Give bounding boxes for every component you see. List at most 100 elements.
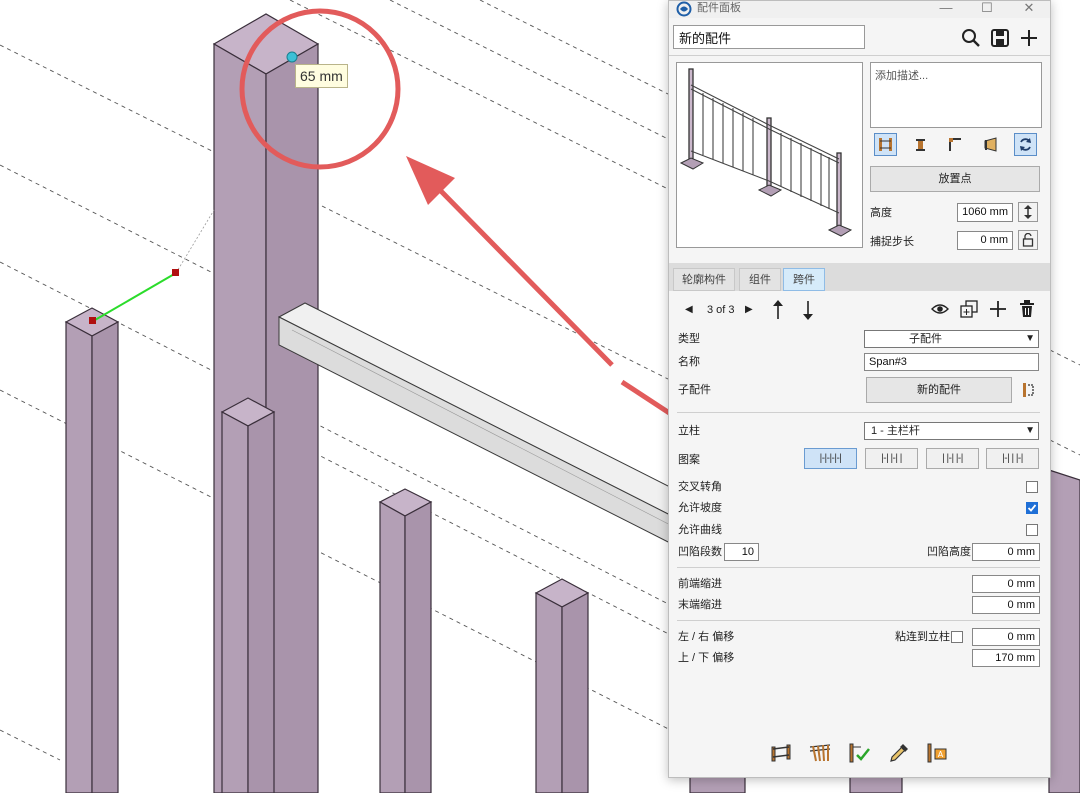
next-arrow[interactable]: ▶	[745, 303, 753, 317]
name-label: 名称	[678, 356, 700, 368]
assembly-preview	[676, 62, 863, 248]
divider	[669, 55, 1050, 56]
baluster-4[interactable]	[689, 775, 903, 793]
add-span-icon[interactable]	[989, 300, 1007, 318]
type-select-value: 子配件	[909, 333, 942, 345]
post-mode-icon	[916, 139, 925, 151]
divider	[677, 412, 1040, 413]
recess-height-field[interactable]: 0 mm	[972, 543, 1040, 561]
save-icon[interactable]	[990, 28, 1010, 48]
end-inset-field[interactable]: 0 mm	[972, 596, 1040, 614]
post-mode-button[interactable]	[909, 133, 932, 156]
distance-guide	[89, 209, 215, 324]
horizontal-rail[interactable]	[277, 302, 681, 549]
chevron-down-icon: ▼	[1025, 333, 1035, 344]
post-label-icon[interactable]: A	[925, 741, 949, 765]
recess-height-label: 凹陷高度	[927, 546, 971, 558]
recess-count-field[interactable]: 10	[724, 543, 759, 561]
pattern-option-3[interactable]: | |-| |-|	[926, 448, 979, 469]
baluster-2[interactable]	[378, 488, 433, 793]
end-mode-button[interactable]	[979, 133, 1002, 156]
prev-arrow[interactable]: ◀	[685, 303, 693, 317]
baluster-1[interactable]	[220, 397, 276, 793]
close-button[interactable]: ✕	[1014, 1, 1044, 17]
svg-text:A: A	[938, 750, 944, 759]
description-field[interactable]: 添加描述...	[870, 62, 1042, 128]
pattern-option-1[interactable]: |-|-|-|-|	[804, 448, 857, 469]
allow-curve-label: 允许曲线	[678, 524, 722, 536]
span-mode-icon	[879, 138, 892, 151]
lr-offset-field[interactable]: 0 mm	[972, 628, 1040, 646]
start-inset-label: 前端缩进	[678, 578, 722, 590]
height-adjust-button[interactable]	[1018, 202, 1038, 222]
baluster-3[interactable]	[534, 578, 590, 793]
span-name-field[interactable]: Span#3	[864, 353, 1039, 371]
assembly-name-input[interactable]	[674, 26, 864, 48]
end-inset-label: 末端缩进	[678, 599, 722, 611]
stick-to-post-label: 粘连到立柱	[895, 631, 950, 643]
divider	[677, 620, 1040, 621]
visibility-eye-icon[interactable]	[931, 302, 949, 316]
minimize-button[interactable]: —	[931, 1, 961, 17]
corner-mode-button[interactable]	[944, 133, 967, 156]
duplicate-icon[interactable]	[960, 300, 978, 318]
maximize-button[interactable]: ☐	[972, 1, 1002, 17]
fence-tool-icon[interactable]	[808, 741, 832, 765]
search-icon[interactable]	[961, 28, 981, 48]
stick-to-post-checkbox[interactable]	[951, 631, 963, 643]
move-down-icon[interactable]	[801, 300, 815, 320]
snap-step-field[interactable]: 0 mm	[957, 231, 1013, 250]
span-mode-button[interactable]	[874, 133, 897, 156]
divider	[677, 567, 1040, 568]
lr-offset-label: 左 / 右 偏移	[678, 631, 735, 643]
snap-step-label: 捕捉步长	[870, 236, 914, 248]
tab-span[interactable]: 跨件	[783, 268, 825, 291]
tab-profile[interactable]: 轮廓构件	[673, 268, 735, 291]
place-point-button[interactable]: 放置点	[870, 166, 1040, 192]
type-label: 类型	[678, 333, 700, 345]
start-inset-field[interactable]: 0 mm	[972, 575, 1040, 593]
railing-tool-icon[interactable]	[769, 741, 793, 765]
pattern-option-2[interactable]: |-| |-| |	[865, 448, 918, 469]
type-select[interactable]: 子配件 ▼	[864, 330, 1039, 348]
right-edge-post[interactable]	[1048, 469, 1080, 793]
snap-point[interactable]	[286, 51, 298, 63]
allow-slope-checkbox[interactable]	[1026, 502, 1038, 514]
refresh-button[interactable]	[1014, 133, 1037, 156]
new-subassembly-button[interactable]: 新的配件	[866, 377, 1012, 403]
dimension-tooltip: 65 mm	[295, 64, 348, 88]
height-label: 高度	[870, 207, 892, 219]
recess-count-label: 凹陷段数	[678, 546, 722, 558]
add-icon[interactable]	[1019, 28, 1039, 48]
assembly-name-box[interactable]	[673, 25, 865, 49]
cross-corner-checkbox[interactable]	[1026, 481, 1038, 493]
pattern-label: 图案	[678, 454, 700, 466]
eyedropper-icon[interactable]	[887, 741, 911, 765]
refresh-icon	[1020, 138, 1031, 151]
lock-button[interactable]	[1018, 230, 1038, 250]
left-post[interactable]	[64, 307, 120, 793]
tab-components[interactable]: 组件	[739, 268, 781, 291]
allow-curve-checkbox[interactable]	[1026, 524, 1038, 536]
app-icon	[676, 1, 692, 17]
post-select[interactable]: 1 - 主栏杆 ▼	[864, 422, 1039, 440]
post-label: 立柱	[678, 425, 700, 437]
allow-slope-label: 允许坡度	[678, 502, 722, 514]
railing-preview-image	[679, 68, 853, 237]
railing-check-icon[interactable]	[847, 741, 871, 765]
height-field[interactable]: 1060 mm	[957, 203, 1013, 222]
window-title: 配件面板	[697, 2, 741, 14]
move-up-icon[interactable]	[771, 300, 785, 320]
titlebar[interactable]: 配件面板 — ☐ ✕	[669, 1, 1050, 18]
vertical-arrows-icon	[1024, 205, 1032, 219]
delete-icon[interactable]	[1019, 300, 1035, 318]
corner-mode-icon	[949, 138, 961, 151]
pattern-option-4[interactable]: |-| | |-|	[986, 448, 1039, 469]
check-icon	[1027, 504, 1037, 512]
cross-corner-label: 交叉转角	[678, 481, 722, 493]
component-panel[interactable]: 配件面板 — ☐ ✕ 新的配件 添加描述... 放置点 高度 1060 mm 捕…	[668, 0, 1051, 778]
subassembly-pick-icon[interactable]	[1021, 381, 1037, 399]
end-mode-icon	[984, 137, 997, 152]
ud-offset-field[interactable]: 170 mm	[972, 649, 1040, 667]
pager-text: 3 of 3	[707, 304, 735, 316]
